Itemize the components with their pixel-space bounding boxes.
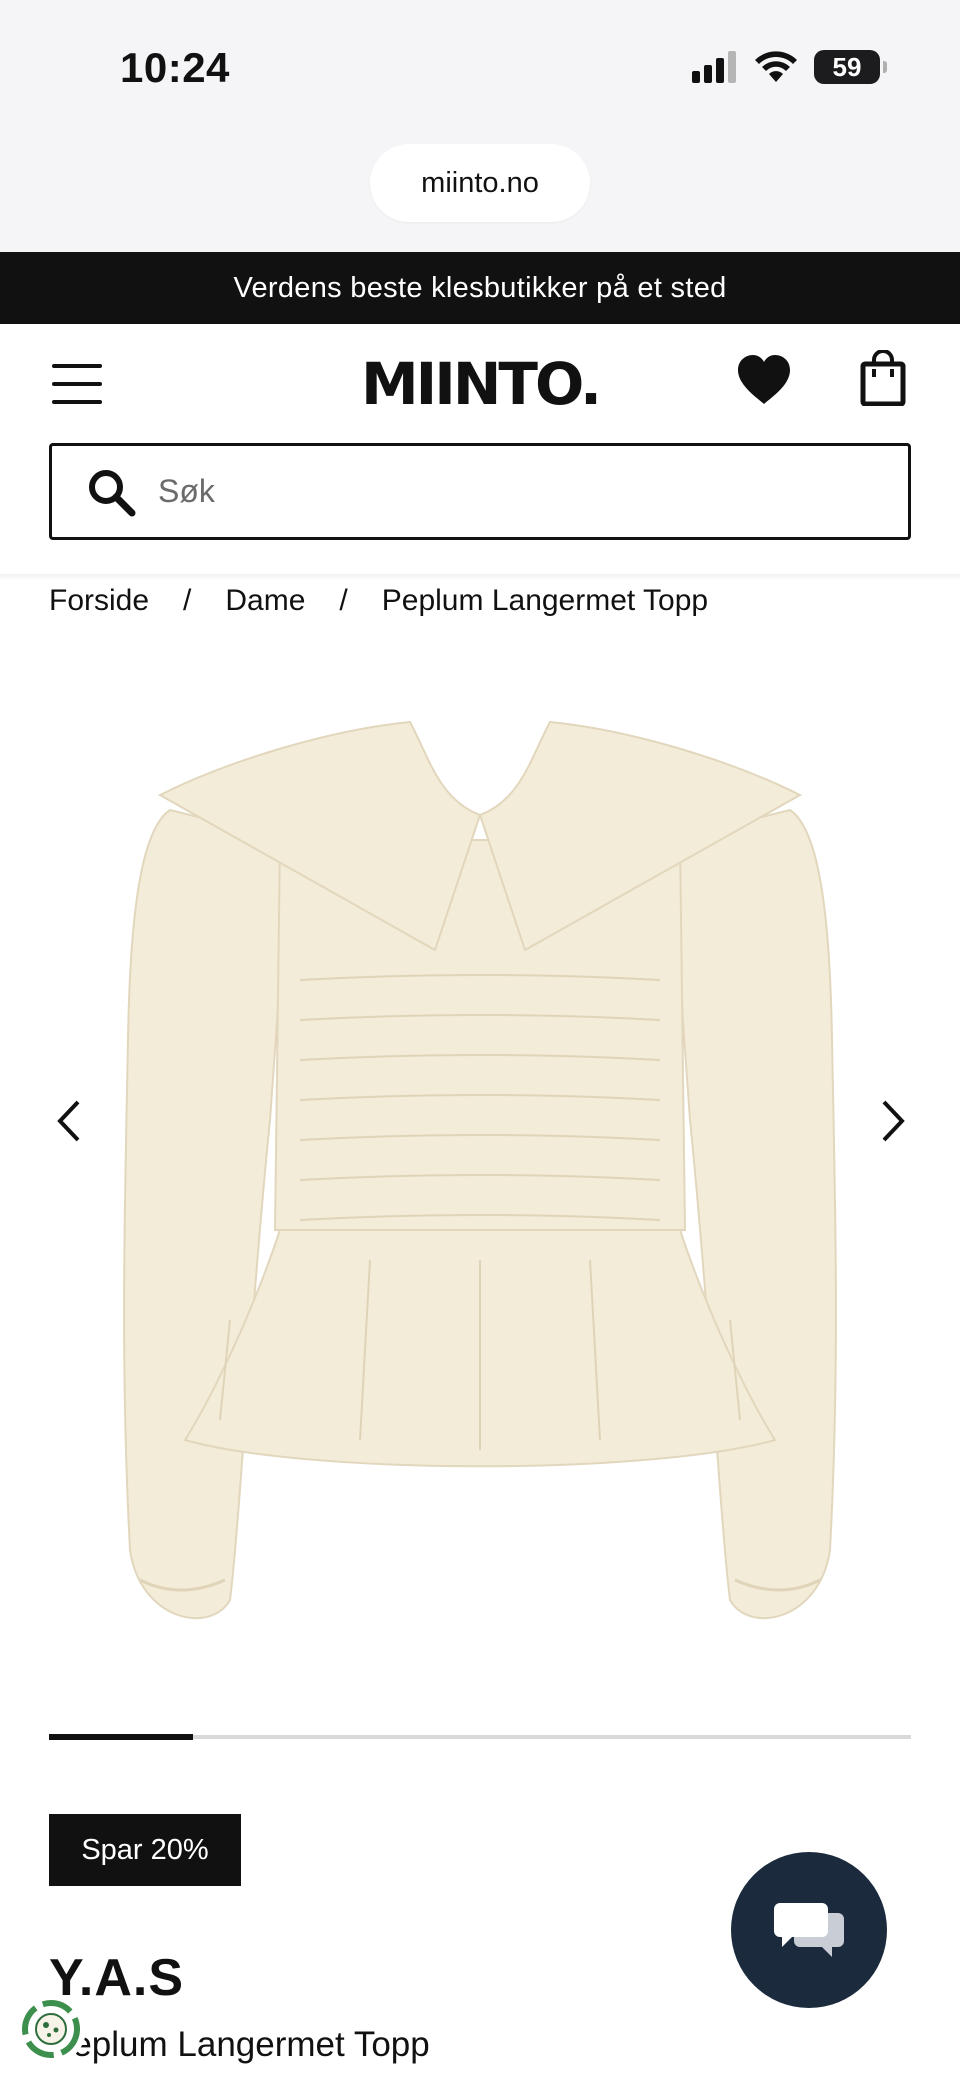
- status-bar: 10:24 59: [0, 0, 960, 140]
- site-logo[interactable]: MIINTO.: [0, 350, 960, 418]
- gallery-progress-fill: [49, 1734, 193, 1740]
- cookie-settings-button[interactable]: [16, 1994, 86, 2064]
- breadcrumb-item-current: Peplum Langermet Topp: [381, 584, 709, 617]
- wifi-icon: [755, 51, 797, 82]
- header-divider: [0, 574, 960, 580]
- search-icon: [89, 469, 136, 516]
- status-icons: 59: [692, 50, 887, 84]
- breadcrumb-item-forside[interactable]: Forside: [49, 584, 149, 618]
- chat-icon: [774, 1903, 844, 1957]
- search-input[interactable]: [158, 473, 858, 510]
- chat-button[interactable]: [731, 1852, 887, 2008]
- product-image[interactable]: [110, 720, 850, 1650]
- browser-address-area: miinto.no: [0, 140, 960, 252]
- discount-badge: Spar 20%: [49, 1814, 241, 1886]
- heart-icon[interactable]: [736, 354, 792, 406]
- product-title: Peplum Langermet Topp: [49, 2025, 430, 2064]
- breadcrumb-item-dame[interactable]: Dame: [225, 584, 305, 618]
- shopping-bag-icon[interactable]: [860, 350, 906, 406]
- search-box[interactable]: [49, 443, 911, 540]
- breadcrumb-separator: /: [339, 584, 348, 617]
- signal-icon: [692, 51, 736, 83]
- breadcrumb: Forside / Dame / Peplum Langermet Topp: [49, 584, 708, 618]
- cookie-icon: [22, 2000, 80, 2058]
- breadcrumb-separator: /: [183, 584, 192, 617]
- site-header: MIINTO.: [0, 324, 960, 444]
- chevron-right-icon[interactable]: [870, 1096, 914, 1146]
- address-bar[interactable]: miinto.no: [370, 144, 590, 222]
- status-time: 10:24: [120, 44, 230, 91]
- gallery-progress: [49, 1734, 911, 1740]
- battery-icon: 59: [814, 50, 887, 84]
- promo-banner: Verdens beste klesbutikker på et sted: [0, 252, 960, 324]
- chevron-left-icon[interactable]: [48, 1096, 92, 1146]
